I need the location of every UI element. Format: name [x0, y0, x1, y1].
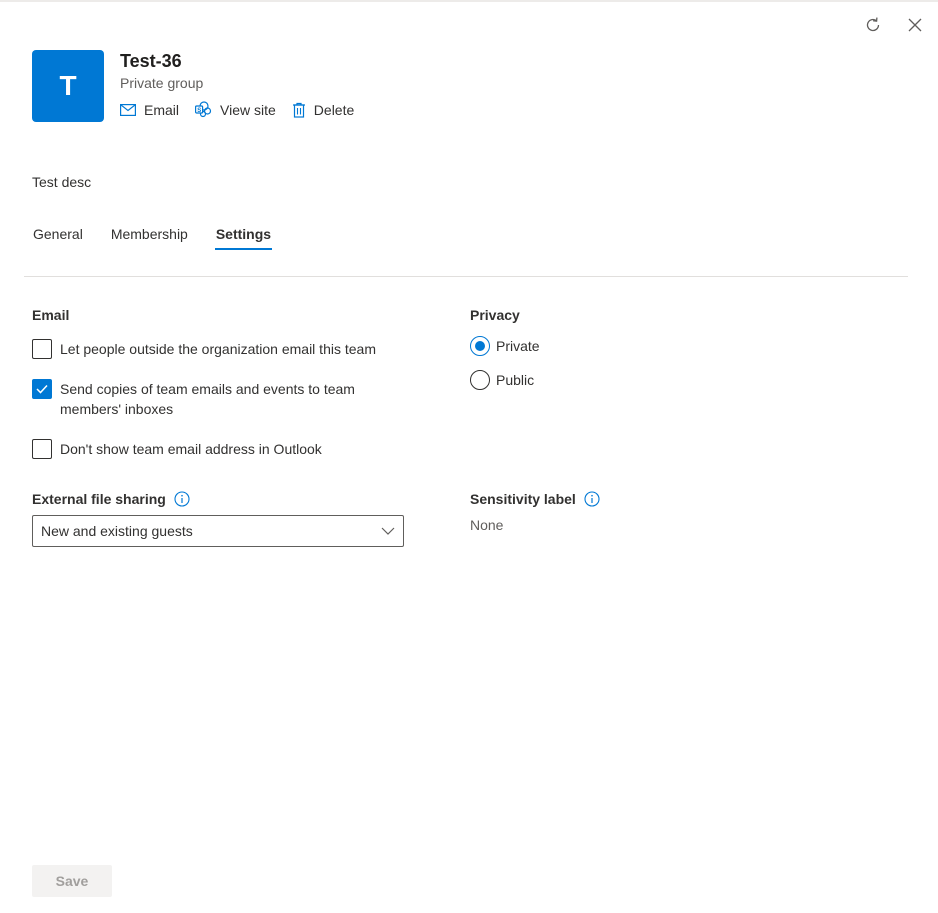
- info-icon[interactable]: [584, 491, 600, 507]
- tab-settings[interactable]: Settings: [214, 224, 273, 250]
- outside-email-checkbox[interactable]: [32, 339, 52, 359]
- avatar: T: [32, 50, 104, 122]
- email-option-send-copies: Send copies of team emails and events to…: [32, 379, 392, 419]
- group-subtitle: Private group: [120, 75, 204, 91]
- mail-icon: [120, 103, 136, 116]
- outside-email-label: Let people outside the organization emai…: [60, 341, 376, 357]
- send-copies-checkbox[interactable]: [32, 379, 52, 399]
- group-description: Test desc: [32, 174, 92, 190]
- sensitivity-value: None: [470, 517, 504, 533]
- email-action-label: Email: [144, 101, 180, 118]
- external-sharing-label: External file sharing: [32, 491, 166, 507]
- external-sharing-selected: New and existing guests: [41, 523, 193, 539]
- privacy-section-heading: Privacy: [470, 307, 520, 323]
- view-site-action-button[interactable]: S View site: [195, 101, 276, 118]
- refresh-icon[interactable]: [862, 14, 884, 36]
- hide-address-checkbox[interactable]: [32, 439, 52, 459]
- email-section-heading: Email: [32, 307, 70, 323]
- save-button[interactable]: Save: [32, 865, 112, 897]
- email-option-hide-address: Don't show team email address in Outlook: [32, 439, 322, 459]
- sharepoint-icon: S: [195, 101, 212, 118]
- delete-action-label: Delete: [313, 101, 355, 118]
- panel-controls: [862, 14, 926, 36]
- private-radio-label: Private: [496, 338, 540, 354]
- external-sharing-dropdown[interactable]: New and existing guests: [32, 515, 404, 547]
- send-copies-label: Send copies of team emails and events to…: [60, 381, 355, 417]
- trash-icon: [292, 102, 305, 118]
- radio-selected-dot: [475, 341, 485, 351]
- public-radio-label: Public: [496, 372, 535, 388]
- privacy-option-public: Public: [470, 370, 534, 390]
- tab-general[interactable]: General: [32, 224, 84, 250]
- tab-divider: [24, 276, 908, 277]
- email-action-button[interactable]: Email: [120, 102, 179, 118]
- sensitivity-heading: Sensitivity label: [470, 491, 600, 507]
- checkmark-icon: [36, 384, 48, 394]
- public-radio[interactable]: [470, 370, 490, 390]
- tab-bar: General Membership Settings: [32, 224, 298, 250]
- tab-membership[interactable]: Membership: [110, 224, 189, 250]
- group-info: Test-36 Private group Email S View site …: [120, 50, 370, 122]
- privacy-option-private: Private: [470, 336, 540, 356]
- view-site-action-label: View site: [220, 101, 276, 118]
- external-sharing-heading: External file sharing: [32, 491, 190, 507]
- top-border: [0, 0, 938, 2]
- chevron-down-icon: [381, 527, 395, 535]
- group-header: T Test-36 Private group Email S View sit…: [32, 50, 370, 122]
- close-icon[interactable]: [904, 14, 926, 36]
- private-radio[interactable]: [470, 336, 490, 356]
- info-icon[interactable]: [174, 491, 190, 507]
- sensitivity-label: Sensitivity label: [470, 491, 576, 507]
- svg-text:S: S: [197, 108, 201, 114]
- group-actions: Email S View site Delete: [120, 101, 370, 118]
- hide-address-label: Don't show team email address in Outlook: [60, 441, 322, 457]
- delete-action-button[interactable]: Delete: [292, 102, 354, 118]
- email-option-outside-senders: Let people outside the organization emai…: [32, 339, 376, 359]
- group-title: Test-36: [120, 51, 182, 71]
